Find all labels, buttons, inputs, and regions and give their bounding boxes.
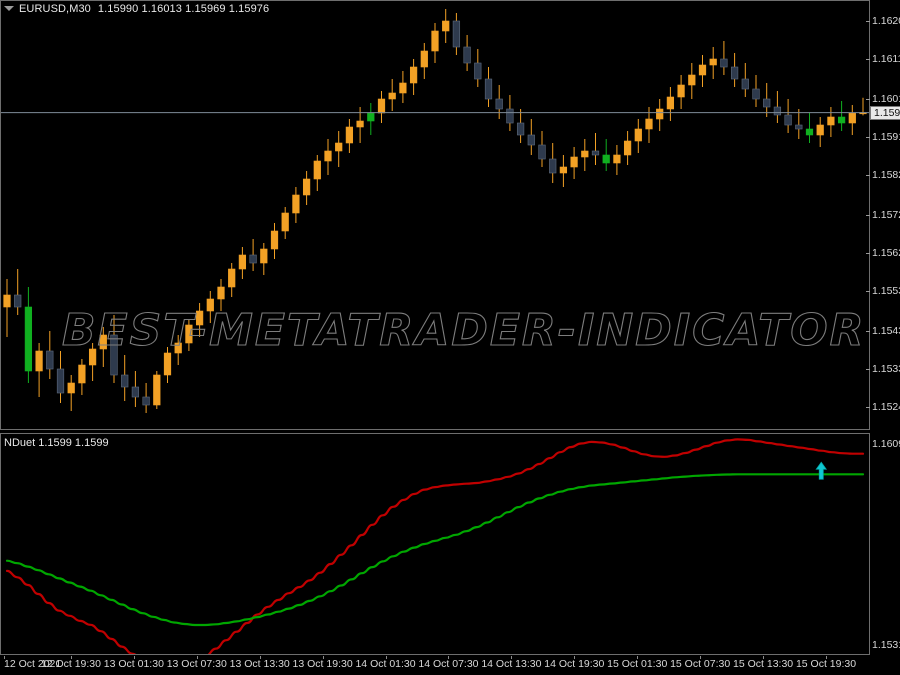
time-axis-tick [4, 656, 5, 659]
time-axis-label: 14 Oct 07:30 [418, 658, 479, 670]
time-axis-tick [574, 656, 576, 659]
candlestick-chart [1, 9, 869, 413]
price-axis-tick: 1.15530 [866, 285, 900, 297]
time-axis-label: 15 Oct 13:30 [733, 658, 794, 670]
time-axis-tick [196, 656, 198, 659]
indicator-axis-tick: 1.1531 [872, 639, 900, 651]
indicator-panel[interactable] [0, 433, 870, 655]
arrow-up-icon [815, 461, 828, 480]
price-axis-tick: 1.16110 [866, 53, 900, 65]
triangle-down-icon[interactable] [4, 5, 14, 11]
time-axis-label: 13 Oct 07:30 [166, 658, 227, 670]
price-axis-tick: 1.15625 [866, 247, 900, 259]
ohlc-values: 1.15990 1.16013 1.15969 1.15976 [97, 3, 270, 15]
time-axis-label: 15 Oct 01:30 [607, 658, 668, 670]
symbol-period-label: EURUSD,M30 [19, 3, 91, 15]
time-axis-label: 15 Oct 19:30 [795, 658, 857, 670]
price-axis-tick: 1.16205 [866, 15, 900, 27]
current-price-label: 1.15976 [870, 105, 900, 120]
time-axis-label: 15 Oct 07:30 [670, 658, 731, 670]
time-axis-label: 14 Oct 13:30 [481, 658, 542, 670]
price-axis-tick: 1.15915 [866, 131, 900, 143]
time-axis-tick [511, 656, 513, 659]
price-axis-tick: 1.15820 [866, 169, 900, 181]
price-axis-scale[interactable]: 1.16205 1.16110 1.16010 1.15915 1.15820 1.157… [866, 0, 900, 675]
price-axis-tick: 1.15720 [866, 209, 900, 221]
time-axis-tick [133, 656, 135, 659]
price-axis-tick: 1.15240 [866, 401, 900, 413]
time-axis: 12 Oct 2021 12 Oct 19:30 13 Oct 01:30 13 Oc… [0, 656, 870, 675]
price-chart-header: EURUSD,M30 1.15990 1.16013 1.15969 1.1597… [4, 3, 269, 15]
metatrader-chart-window: BEST-METATRADER-INDICATORS.COM EURUSD,M3… [0, 0, 900, 675]
time-axis-tick [385, 656, 387, 659]
time-axis-label: 14 Oct 01:30 [355, 658, 416, 670]
price-axis-tick: 1.15430 [866, 325, 900, 337]
nduet-indicator-chart [5, 438, 865, 654]
time-axis-label: 13 Oct 13:30 [229, 658, 290, 670]
time-axis-tick [448, 656, 450, 659]
time-axis-tick [763, 656, 765, 659]
time-axis-label: 12 Oct 19:30 [40, 658, 101, 670]
time-axis-tick [700, 656, 702, 659]
time-axis-tick [826, 656, 827, 659]
time-axis-label: 13 Oct 01:30 [103, 658, 164, 670]
price-axis-tick: 1.16010 [866, 93, 900, 105]
indicator-axis-tick: 1.1609 [872, 438, 900, 450]
time-axis-tick [322, 656, 324, 659]
time-axis-tick [259, 656, 261, 659]
indicator-header: NDuet 1.1599 1.1599 [4, 437, 109, 449]
time-axis-tick [637, 656, 639, 659]
time-axis-label: 13 Oct 19:30 [292, 658, 353, 670]
price-chart-panel[interactable] [0, 0, 870, 430]
time-axis-tick [70, 656, 72, 659]
time-axis-label: 14 Oct 19:30 [544, 658, 605, 670]
price-axis-tick: 1.15335 [866, 363, 900, 375]
